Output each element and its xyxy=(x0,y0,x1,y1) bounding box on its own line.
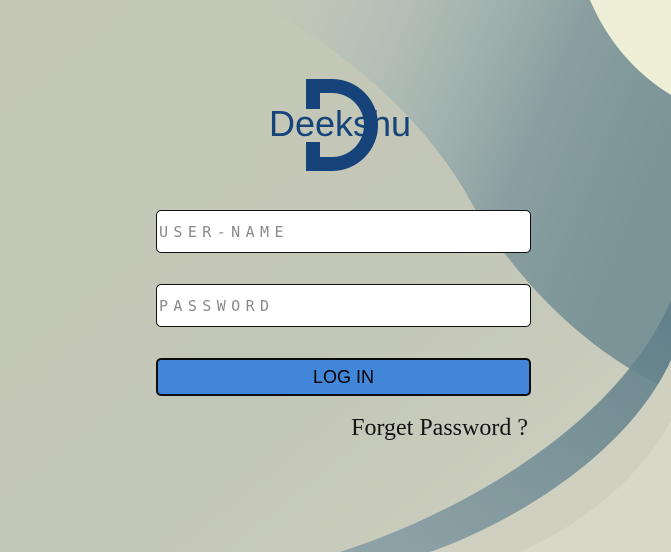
svg-text:Deekshu: Deekshu xyxy=(269,103,411,144)
forgot-password-link[interactable]: Forget Password ? xyxy=(351,415,528,442)
deekshu-logo: Deekshu xyxy=(269,79,411,171)
login-button[interactable]: LOG IN xyxy=(156,358,531,396)
username-input[interactable] xyxy=(156,210,531,253)
password-input[interactable] xyxy=(156,284,531,327)
